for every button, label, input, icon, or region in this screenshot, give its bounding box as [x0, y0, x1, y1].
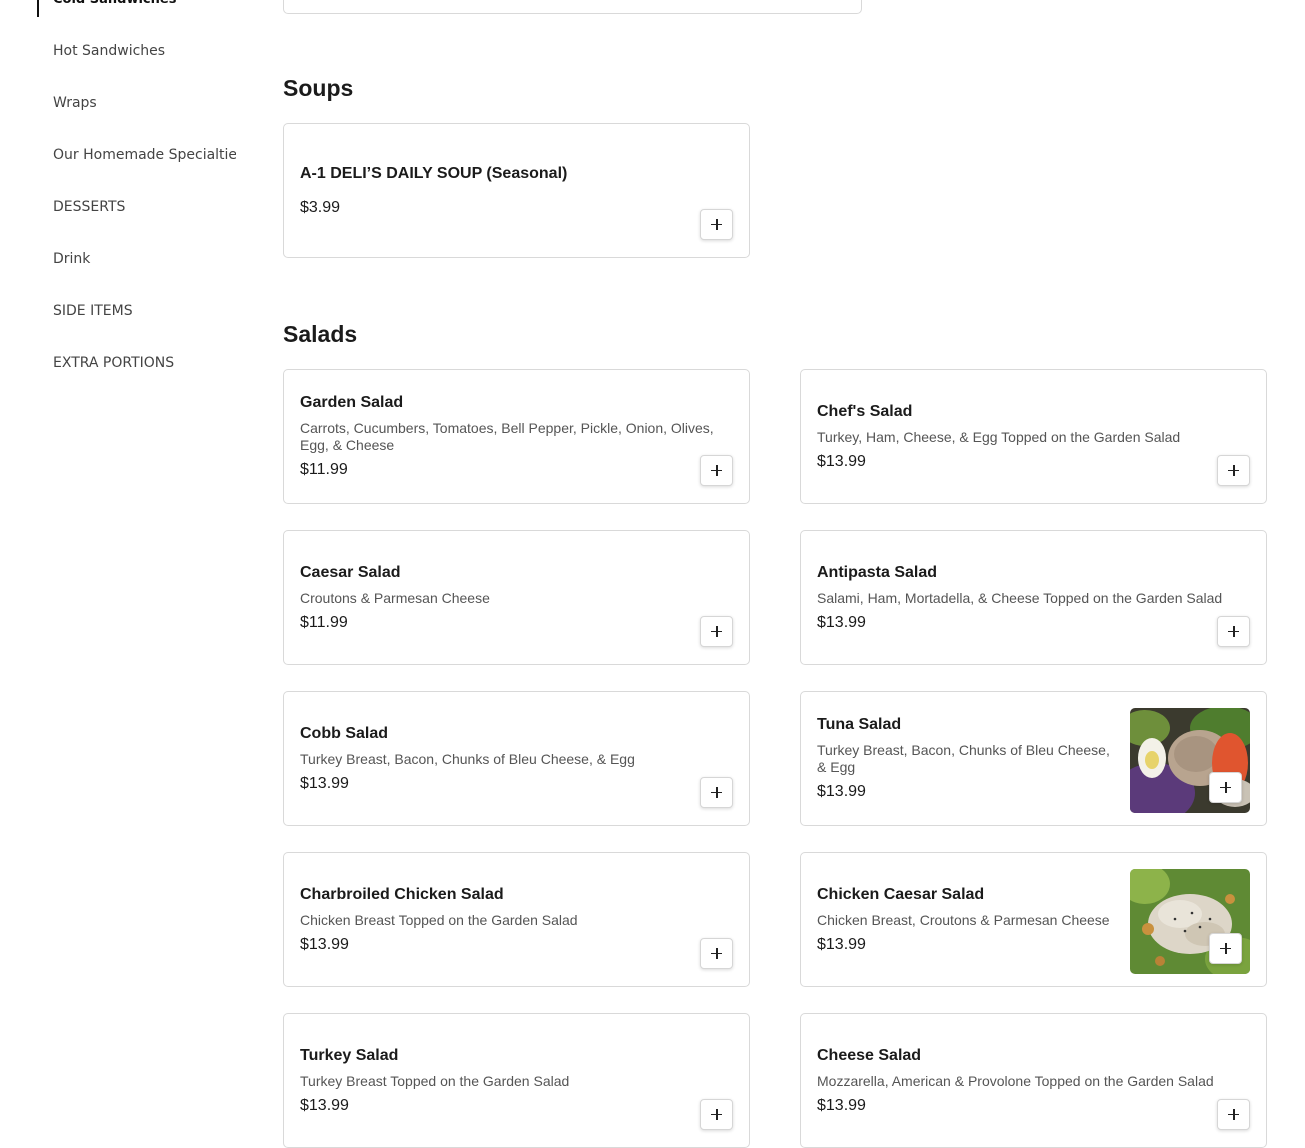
menu-item-card[interactable]: Caesar Salad Croutons & Parmesan Cheese …	[283, 530, 750, 665]
menu-item-card[interactable]: Chef's Salad Turkey, Ham, Cheese, & Egg …	[800, 369, 1267, 504]
chicken-caesar-salad-photo	[1130, 869, 1250, 974]
item-price: $11.99	[300, 461, 348, 478]
item-name: Caesar Salad	[300, 563, 401, 581]
plus-icon	[711, 948, 722, 959]
item-price: $13.99	[817, 613, 866, 631]
sidebar-item-wraps[interactable]: Wraps	[53, 91, 236, 115]
menu-item-card[interactable]: Garden Salad Carrots, Cucumbers, Tomatoe…	[283, 369, 750, 504]
plus-icon	[1220, 943, 1231, 954]
item-name: Chicken Caesar Salad	[817, 885, 985, 903]
item-description: Turkey Breast, Bacon, Chunks of Bleu Che…	[300, 750, 635, 767]
item-description: Croutons & Parmesan Cheese	[300, 589, 490, 606]
plus-icon	[1220, 782, 1231, 793]
add-to-cart-button[interactable]	[700, 1099, 733, 1130]
item-price: $13.99	[817, 1096, 866, 1114]
menu-item-card[interactable]: Turkey Salad Turkey Breast Topped on the…	[283, 1013, 750, 1148]
item-description: Chicken Breast Topped on the Garden Sala…	[300, 911, 578, 928]
sidebar-item-hot-sandwiches[interactable]: Hot Sandwiches	[53, 39, 236, 63]
item-description: Chicken Breast, Croutons & Parmesan Chee…	[817, 911, 1110, 928]
tuna-salad-photo	[1130, 708, 1250, 813]
add-to-cart-button[interactable]	[1209, 772, 1242, 803]
category-sidebar: Cold Sandwiches Hot Sandwiches Wraps Our…	[0, 0, 240, 1109]
add-to-cart-button[interactable]	[700, 938, 733, 969]
active-category-indicator	[37, 0, 39, 17]
item-price: $13.99	[817, 935, 866, 953]
menu-item-card[interactable]: Antipasta Salad Salami, Ham, Mortadella,…	[800, 530, 1267, 665]
item-name: Garden Salad	[300, 394, 404, 411]
item-price: $13.99	[300, 935, 349, 953]
menu-item-card[interactable]: Tuna Salad Turkey Breast, Bacon, Chunks …	[800, 691, 1267, 826]
plus-icon	[711, 626, 722, 637]
item-price: $13.99	[817, 783, 866, 800]
menu-item-card[interactable]: Chicken Caesar Salad Chicken Breast, Cro…	[800, 852, 1267, 987]
item-description: Turkey, Ham, Cheese, & Egg Topped on the…	[817, 428, 1181, 445]
menu-item-card[interactable]: Cobb Salad Turkey Breast, Bacon, Chunks …	[283, 691, 750, 826]
menu-item-card[interactable]: Charbroiled Chicken Salad Chicken Breast…	[283, 852, 750, 987]
item-name: Charbroiled Chicken Salad	[300, 885, 504, 903]
item-name: Chef's Salad	[817, 402, 913, 420]
plus-icon	[1228, 1109, 1239, 1120]
item-price: $13.99	[300, 1096, 349, 1114]
menu-item-card[interactable]	[283, 0, 862, 14]
item-price: $13.99	[817, 452, 866, 470]
item-name: Turkey Salad	[300, 1046, 399, 1064]
plus-icon	[1228, 626, 1239, 637]
plus-icon	[711, 1109, 722, 1120]
item-description: Carrots, Cucumbers, Tomatoes, Bell Peppe…	[300, 420, 714, 453]
add-to-cart-button[interactable]	[700, 455, 733, 486]
plus-icon	[711, 787, 722, 798]
add-to-cart-button[interactable]	[700, 616, 733, 647]
add-to-cart-button[interactable]	[1217, 1099, 1250, 1130]
item-name: Cheese Salad	[817, 1046, 922, 1064]
item-name: A-1 DELI’S DAILY SOUP (Seasonal)	[300, 164, 568, 182]
item-name: Antipasta Salad	[817, 563, 938, 581]
menu-item-card[interactable]: A-1 DELI’S DAILY SOUP (Seasonal) $3.99	[283, 123, 750, 258]
add-to-cart-button[interactable]	[700, 209, 733, 240]
item-description: Turkey Breast, Bacon, Chunks of Bleu Che…	[817, 742, 1110, 775]
plus-icon	[1228, 465, 1239, 476]
item-price: $3.99	[300, 198, 341, 216]
sidebar-item-drink[interactable]: Drink	[53, 247, 236, 271]
sidebar-item-homemade-specialties[interactable]: Our Homemade Specialties	[53, 143, 236, 167]
section-title-salads: Salads	[283, 321, 358, 347]
item-name: Cobb Salad	[300, 724, 389, 742]
sidebar-item-desserts[interactable]: DESSERTS	[53, 195, 236, 219]
item-description: Mozzarella, American & Provolone Topped …	[817, 1072, 1214, 1089]
add-to-cart-button[interactable]	[1209, 933, 1242, 964]
add-to-cart-button[interactable]	[1217, 455, 1250, 486]
sidebar-item-side-items[interactable]: SIDE ITEMS	[53, 299, 236, 323]
item-price: $11.99	[300, 613, 348, 631]
section-title-soups: Soups	[283, 75, 354, 101]
plus-icon	[711, 219, 722, 230]
sidebar-item-cold-sandwiches[interactable]: Cold Sandwiches	[53, 0, 236, 12]
item-description: Salami, Ham, Mortadella, & Cheese Topped…	[817, 589, 1223, 606]
add-to-cart-button[interactable]	[700, 777, 733, 808]
item-description: Turkey Breast Topped on the Garden Salad	[300, 1072, 570, 1089]
plus-icon	[711, 465, 722, 476]
item-price: $13.99	[300, 774, 349, 792]
menu-item-card[interactable]: Cheese Salad Mozzarella, American & Prov…	[800, 1013, 1267, 1148]
item-name: Tuna Salad	[817, 716, 902, 733]
add-to-cart-button[interactable]	[1217, 616, 1250, 647]
sidebar-item-extra-portions[interactable]: EXTRA PORTIONS	[53, 351, 236, 375]
